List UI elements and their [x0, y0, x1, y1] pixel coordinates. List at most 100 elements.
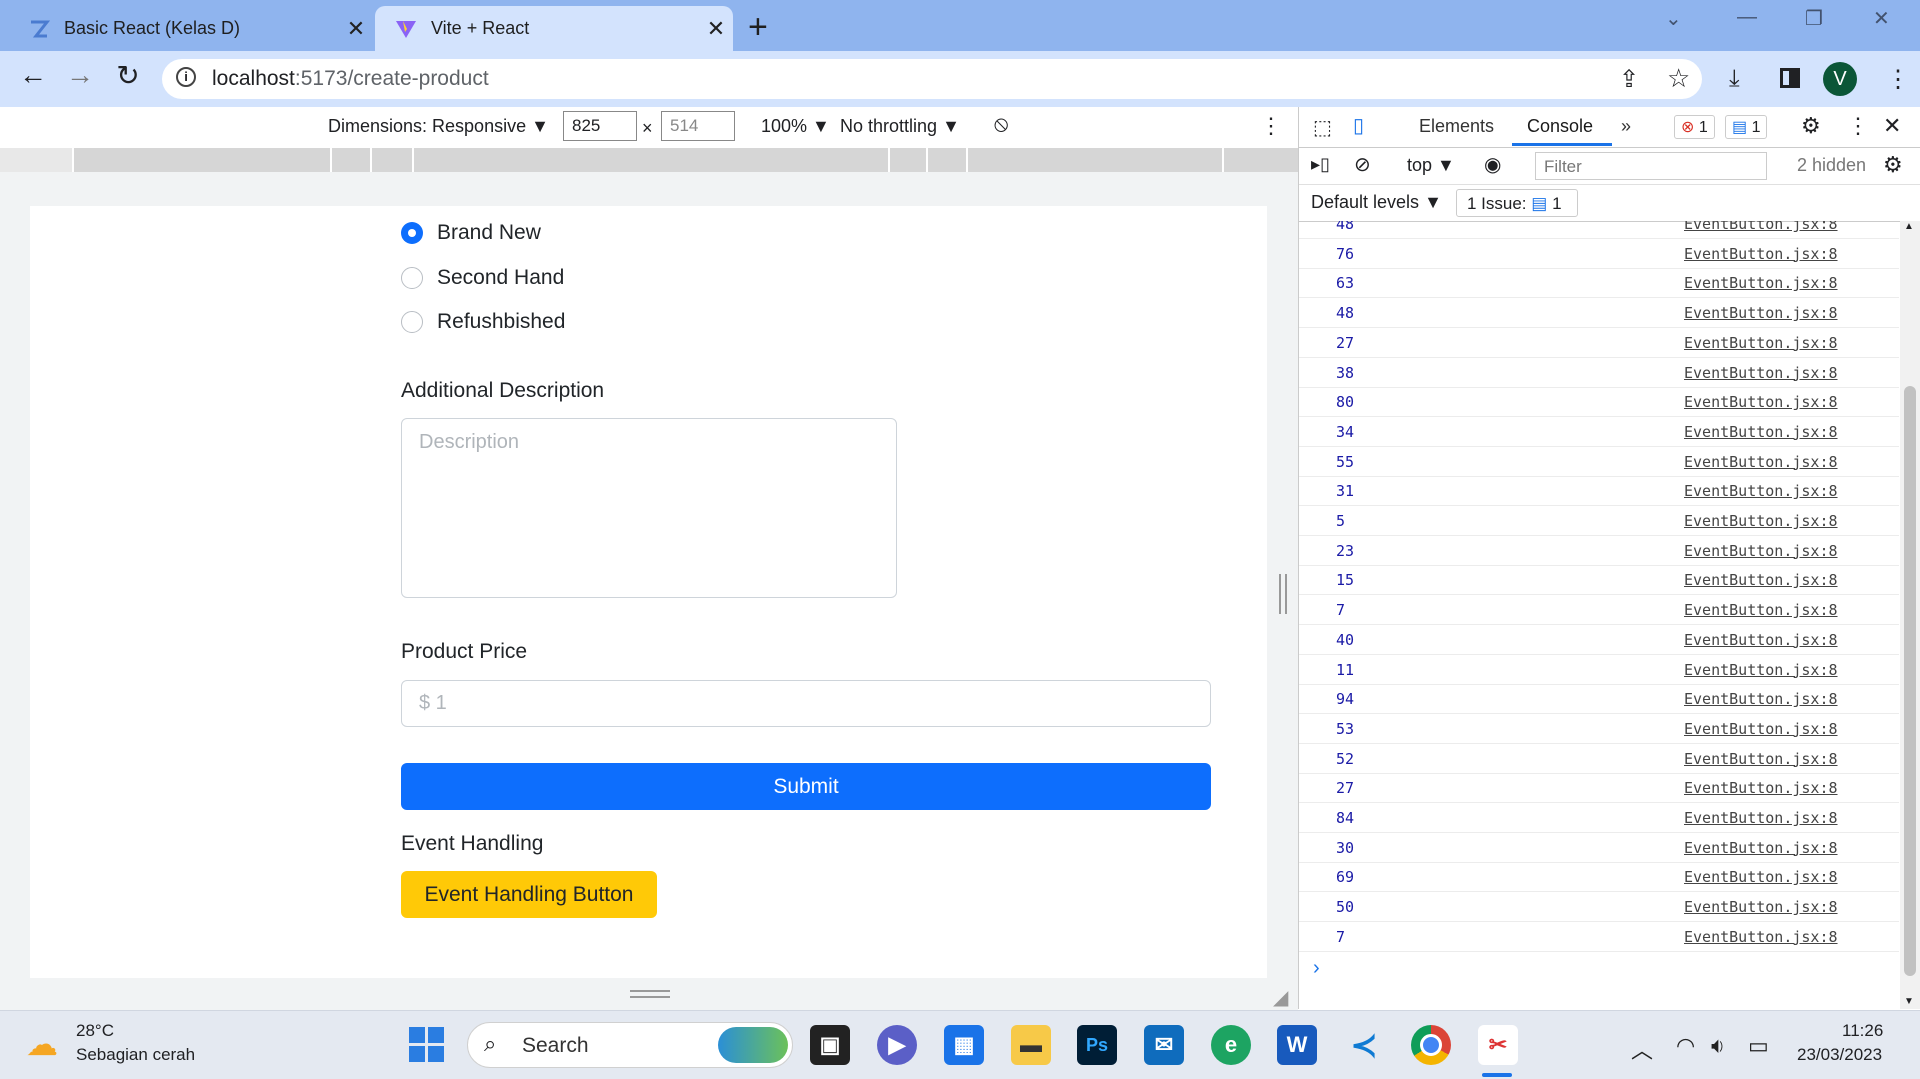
- share-icon[interactable]: ⇪: [1619, 65, 1639, 94]
- log-source-link[interactable]: EventButton.jsx:8: [1684, 571, 1838, 589]
- windows-start-icon[interactable]: [409, 1027, 445, 1063]
- taskbar-search-box[interactable]: ⌕ Search: [467, 1022, 793, 1068]
- log-source-link[interactable]: EventButton.jsx:8: [1684, 245, 1838, 263]
- scroll-down-icon[interactable]: ▼: [1904, 996, 1914, 1007]
- price-input[interactable]: $ 1: [401, 680, 1211, 727]
- zoom-dropdown[interactable]: 100% ▼: [761, 116, 830, 137]
- context-dropdown[interactable]: top ▼: [1407, 155, 1455, 176]
- log-source-link[interactable]: EventButton.jsx:8: [1684, 868, 1838, 886]
- scroll-thumb[interactable]: [1904, 386, 1916, 976]
- url-text[interactable]: localhost:5173/create-product: [212, 67, 489, 91]
- console-scrollbar[interactable]: ▲ ▼: [1900, 221, 1920, 1009]
- tab-basic-react[interactable]: Basic React (Kelas D) ✕: [8, 6, 373, 51]
- height-input[interactable]: 514: [661, 111, 735, 141]
- photoshop-icon[interactable]: Ps: [1077, 1025, 1117, 1065]
- radio-unchecked-icon[interactable]: [401, 311, 423, 333]
- log-source-link[interactable]: EventButton.jsx:8: [1684, 720, 1838, 738]
- log-source-link[interactable]: EventButton.jsx:8: [1684, 750, 1838, 768]
- radio-second-hand[interactable]: Second Hand: [401, 266, 564, 290]
- clock-time[interactable]: 11:26: [1842, 1021, 1883, 1041]
- close-window-icon[interactable]: ✕: [1873, 6, 1890, 31]
- log-source-link[interactable]: EventButton.jsx:8: [1684, 839, 1838, 857]
- side-panel-icon[interactable]: [1780, 68, 1800, 88]
- settings-gear-icon[interactable]: ⚙: [1801, 113, 1821, 139]
- minimize-icon[interactable]: —: [1737, 6, 1757, 29]
- tab-elements[interactable]: Elements: [1419, 116, 1494, 137]
- bookmark-star-icon[interactable]: ☆: [1667, 63, 1690, 94]
- log-source-link[interactable]: EventButton.jsx:8: [1684, 601, 1838, 619]
- edge-browser-icon[interactable]: e: [1211, 1025, 1251, 1065]
- levels-dropdown[interactable]: Default levels ▼: [1311, 192, 1442, 213]
- log-source-link[interactable]: EventButton.jsx:8: [1684, 453, 1838, 471]
- log-source-link[interactable]: EventButton.jsx:8: [1684, 274, 1838, 292]
- close-tab-icon[interactable]: ✕: [699, 16, 733, 42]
- task-view-icon[interactable]: ▣: [810, 1025, 850, 1065]
- log-source-link[interactable]: EventButton.jsx:8: [1684, 661, 1838, 679]
- throttling-dropdown[interactable]: No throttling ▼: [840, 116, 960, 137]
- site-info-icon[interactable]: i: [176, 67, 196, 87]
- device-toolbar-more-icon[interactable]: ⋮: [1260, 113, 1282, 139]
- volume-icon[interactable]: 🔉︎: [1711, 1033, 1725, 1059]
- log-source-link[interactable]: EventButton.jsx:8: [1684, 304, 1838, 322]
- radio-refurbished[interactable]: Refushbished: [401, 310, 565, 334]
- media-query-ruler[interactable]: [0, 148, 1300, 172]
- log-source-link[interactable]: EventButton.jsx:8: [1684, 482, 1838, 500]
- console-filter-input[interactable]: Filter: [1535, 152, 1767, 180]
- log-source-link[interactable]: EventButton.jsx:8: [1684, 334, 1838, 352]
- rotate-icon[interactable]: ⦸: [994, 111, 1008, 137]
- tab-console[interactable]: Console: [1527, 116, 1593, 137]
- log-source-link[interactable]: EventButton.jsx:8: [1684, 423, 1838, 441]
- close-devtools-icon[interactable]: ✕: [1883, 113, 1901, 139]
- mail-icon[interactable]: ✉: [1144, 1025, 1184, 1065]
- issues-button[interactable]: 1 Issue: ▤ 1: [1456, 189, 1578, 217]
- dimensions-dropdown[interactable]: Dimensions: Responsive ▼: [328, 116, 549, 137]
- snipping-tool-icon[interactable]: ✂: [1478, 1025, 1518, 1065]
- radio-checked-icon[interactable]: [401, 222, 423, 244]
- submit-button[interactable]: Submit: [401, 763, 1211, 810]
- log-source-link[interactable]: EventButton.jsx:8: [1684, 542, 1838, 560]
- errors-badge[interactable]: ⊗ 1: [1674, 115, 1715, 139]
- clock-date[interactable]: 23/03/2023: [1797, 1045, 1882, 1065]
- sidebar-toggle-icon[interactable]: ▸▯: [1311, 154, 1330, 175]
- log-source-link[interactable]: EventButton.jsx:8: [1684, 898, 1838, 916]
- log-source-link[interactable]: EventButton.jsx:8: [1684, 512, 1838, 530]
- teams-chat-icon[interactable]: ▶: [877, 1025, 917, 1065]
- log-source-link[interactable]: EventButton.jsx:8: [1684, 393, 1838, 411]
- log-source-link[interactable]: EventButton.jsx:8: [1684, 779, 1838, 797]
- log-source-link[interactable]: EventButton.jsx:8: [1684, 928, 1838, 946]
- log-source-link[interactable]: EventButton.jsx:8: [1684, 631, 1838, 649]
- log-source-link[interactable]: EventButton.jsx:8: [1684, 221, 1838, 233]
- console-prompt[interactable]: ›: [1313, 957, 1320, 980]
- vscode-icon[interactable]: ≺: [1344, 1025, 1384, 1065]
- device-toggle-icon[interactable]: ▯: [1353, 113, 1364, 138]
- reload-icon[interactable]: ↻: [108, 59, 148, 92]
- scroll-up-icon[interactable]: ▲: [1904, 221, 1914, 232]
- corner-resize-handle[interactable]: ◢: [1273, 985, 1288, 1010]
- battery-icon[interactable]: ▭: [1748, 1033, 1769, 1059]
- devtools-menu-icon[interactable]: ⋮: [1847, 113, 1869, 139]
- download-icon[interactable]: ⤓: [1729, 65, 1740, 93]
- forward-icon[interactable]: →: [60, 59, 100, 91]
- wifi-icon[interactable]: ◠: [1676, 1033, 1695, 1059]
- address-bar[interactable]: i localhost:5173/create-product ⇪ ☆: [162, 59, 1702, 99]
- bottom-resize-handle[interactable]: [630, 990, 670, 998]
- log-source-link[interactable]: EventButton.jsx:8: [1684, 690, 1838, 708]
- chrome-icon[interactable]: [1411, 1025, 1451, 1065]
- weather-icon[interactable]: ☁: [26, 1025, 58, 1063]
- clear-console-icon[interactable]: ⊘: [1354, 152, 1371, 177]
- more-tabs-icon[interactable]: »: [1621, 116, 1631, 137]
- log-source-link[interactable]: EventButton.jsx:8: [1684, 364, 1838, 382]
- log-source-link[interactable]: EventButton.jsx:8: [1684, 809, 1838, 827]
- width-input[interactable]: 825: [563, 111, 637, 141]
- word-icon[interactable]: W: [1277, 1025, 1317, 1065]
- messages-badge[interactable]: ▤ 1: [1725, 115, 1768, 139]
- console-settings-icon[interactable]: ⚙: [1883, 152, 1903, 178]
- new-tab-button[interactable]: +: [748, 8, 768, 47]
- side-resize-handle[interactable]: [1279, 574, 1287, 614]
- microsoft-store-icon[interactable]: ▦: [944, 1025, 984, 1065]
- tab-search-icon[interactable]: ⌄: [1665, 6, 1682, 31]
- file-explorer-icon[interactable]: ▬: [1011, 1025, 1051, 1065]
- restore-icon[interactable]: ❐: [1805, 6, 1823, 31]
- avatar[interactable]: V: [1823, 62, 1857, 96]
- inspect-element-icon[interactable]: ⬚: [1313, 115, 1332, 140]
